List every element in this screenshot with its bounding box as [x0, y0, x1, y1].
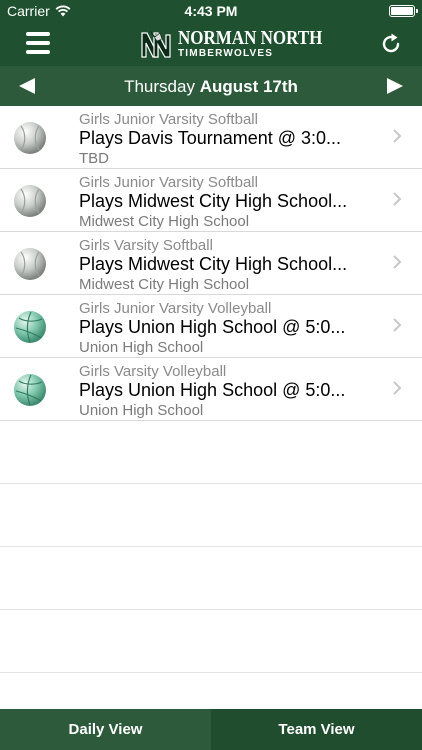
date-weekday: Thursday: [124, 77, 195, 96]
event-team: Girls Junior Varsity Softball: [79, 174, 258, 191]
softball-icon: [14, 122, 46, 154]
refresh-icon[interactable]: [378, 31, 404, 57]
chevron-right-icon: [393, 192, 402, 206]
tab-daily-view[interactable]: Daily View: [0, 709, 211, 750]
event-row[interactable]: Girls Junior Varsity Softball Plays Davi…: [0, 106, 422, 169]
empty-row: [0, 610, 422, 673]
chevron-right-icon: [393, 381, 402, 395]
empty-row: [0, 421, 422, 484]
logo-line-2: TIMBERWOLVES: [178, 48, 274, 59]
event-venue: Midwest City High School: [79, 213, 250, 230]
event-team: Girls Junior Varsity Softball: [79, 111, 258, 128]
date-value: August 17th: [199, 77, 298, 96]
events-list: Girls Junior Varsity Softball Plays Davi…: [0, 106, 422, 673]
timberwolves-logo-icon: [139, 28, 173, 60]
event-team: Girls Varsity Volleyball: [79, 363, 227, 380]
event-venue: Midwest City High School: [79, 276, 250, 293]
event-venue: TBD: [79, 150, 109, 167]
chevron-right-icon: [393, 255, 402, 269]
tab-bar: Daily View Team View: [0, 709, 422, 750]
chevron-right-icon: [393, 129, 402, 143]
event-title: Plays Union High School @ 5:0...: [79, 317, 346, 337]
clock: 4:43 PM: [184, 3, 238, 19]
hamburger-menu-icon[interactable]: [26, 32, 50, 54]
event-row[interactable]: Girls Junior Varsity Softball Plays Midw…: [0, 169, 422, 232]
volleyball-icon: [14, 374, 46, 406]
softball-icon: [14, 185, 46, 217]
battery-icon: [389, 5, 418, 17]
empty-row: [0, 547, 422, 610]
left-arrow-icon[interactable]: [17, 76, 37, 96]
logo-text: NORMAN NORTH TIMBERWOLVES: [178, 26, 323, 59]
tab-team-view[interactable]: Team View: [211, 709, 422, 750]
right-arrow-icon[interactable]: [385, 76, 405, 96]
date-selector: Thursday August 17th: [0, 66, 422, 106]
event-team: Girls Junior Varsity Volleyball: [79, 300, 272, 317]
chevron-right-icon: [393, 318, 402, 332]
volleyball-icon: [14, 311, 46, 343]
event-row[interactable]: Girls Varsity Softball Plays Midwest Cit…: [0, 232, 422, 295]
event-team: Girls Varsity Softball: [79, 237, 213, 254]
event-venue: Union High School: [79, 402, 204, 419]
event-row[interactable]: Girls Varsity Volleyball Plays Union Hig…: [0, 358, 422, 421]
event-title: Plays Midwest City High School...: [79, 191, 348, 211]
current-date: Thursday August 17th: [60, 77, 362, 97]
event-row[interactable]: Girls Junior Varsity Volleyball Plays Un…: [0, 295, 422, 358]
logo-line-1: NORMAN NORTH: [178, 26, 323, 49]
event-venue: Union High School: [79, 339, 204, 356]
softball-icon: [14, 248, 46, 280]
event-title: Plays Midwest City High School...: [79, 254, 348, 274]
school-logo: NORMAN NORTH TIMBERWOLVES: [138, 26, 322, 62]
event-title: Plays Davis Tournament @ 3:0...: [79, 128, 342, 148]
nav-bar: NORMAN NORTH TIMBERWOLVES: [0, 22, 422, 66]
event-title: Plays Union High School @ 5:0...: [79, 380, 346, 400]
empty-row: [0, 484, 422, 547]
status-bar: Carrier 4:43 PM: [0, 0, 422, 22]
